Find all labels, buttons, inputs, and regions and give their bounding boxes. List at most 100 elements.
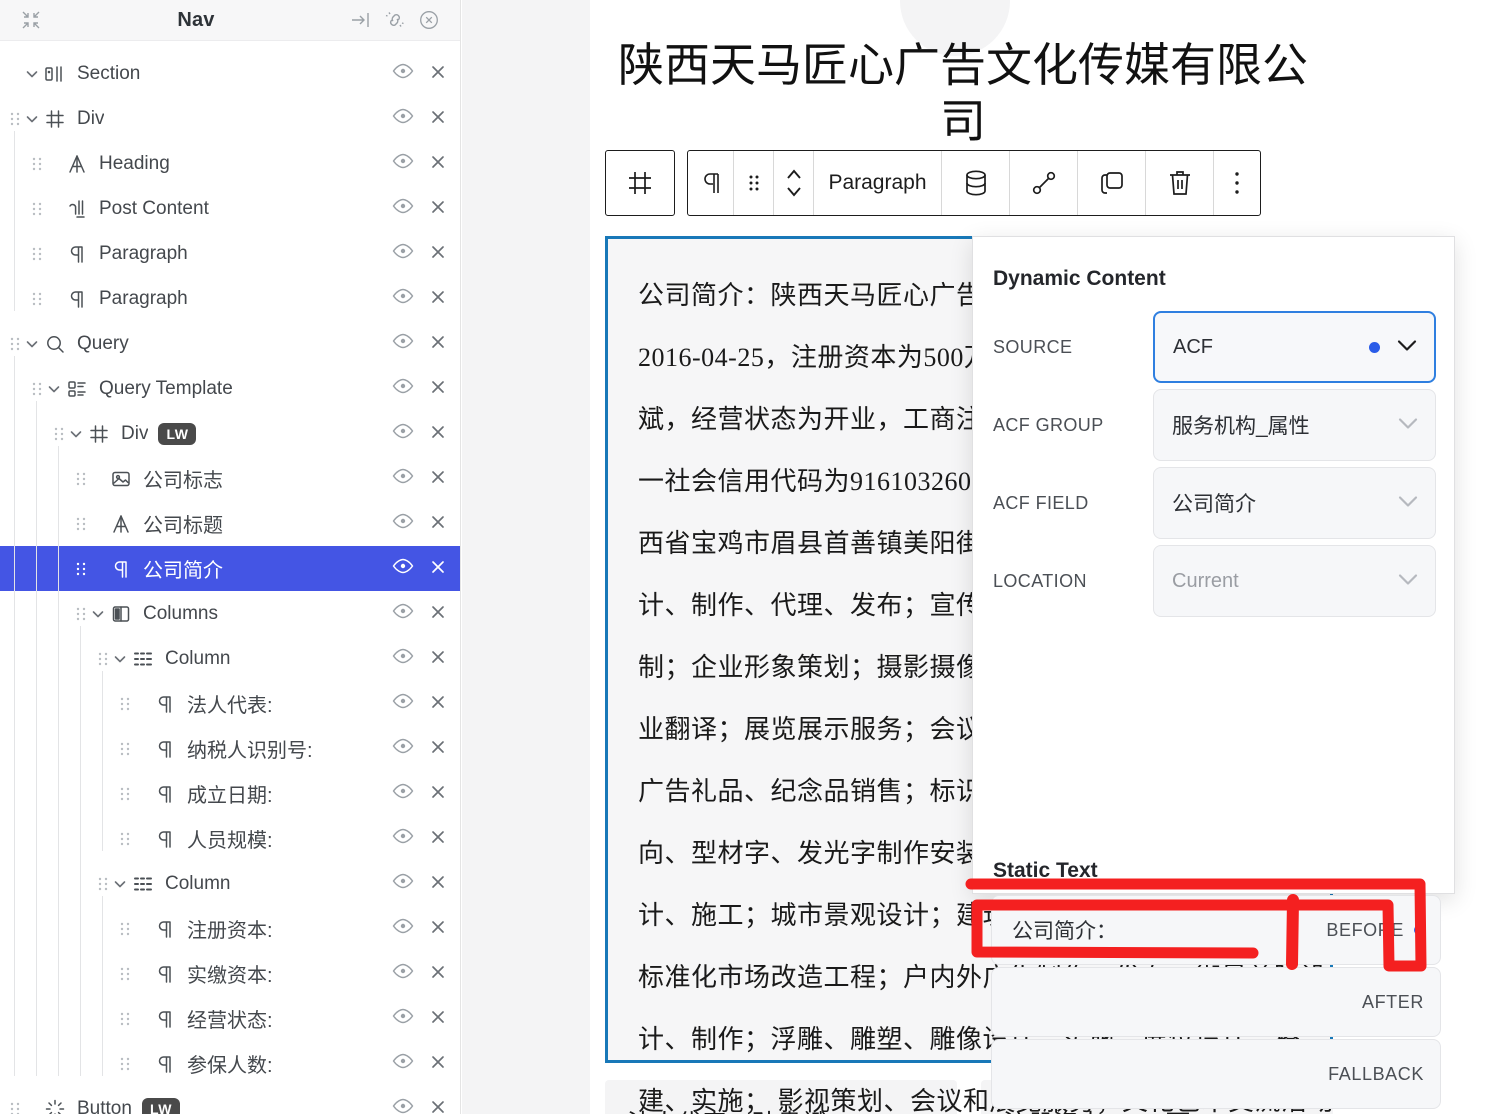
delete-layer-icon[interactable]: [430, 649, 446, 669]
delete-layer-icon[interactable]: [430, 154, 446, 174]
broken-link-icon[interactable]: [378, 5, 412, 35]
chevron-down-icon[interactable]: [110, 652, 130, 666]
delete-layer-icon[interactable]: [430, 64, 446, 84]
visibility-toggle-icon[interactable]: [392, 828, 414, 850]
visibility-toggle-icon[interactable]: [392, 558, 414, 580]
dc-select-acf-field[interactable]: 公司简介: [1153, 467, 1436, 539]
drag-handle-icon[interactable]: [118, 832, 132, 846]
static-text-fallback[interactable]: FALLBACK: [991, 1039, 1441, 1109]
static-text-after[interactable]: AFTER: [991, 967, 1441, 1037]
dc-select-location[interactable]: Current: [1153, 545, 1436, 617]
delete-layer-icon[interactable]: [430, 829, 446, 849]
visibility-toggle-icon[interactable]: [392, 783, 414, 805]
delete-layer-icon[interactable]: [430, 919, 446, 939]
layer-row-3[interactable]: Post Content: [0, 186, 460, 231]
drag-handle-icon[interactable]: [734, 151, 774, 215]
visibility-toggle-icon[interactable]: [392, 873, 414, 895]
static-text-before[interactable]: 公司简介： BEFORE: [991, 895, 1441, 965]
layer-row-22[interactable]: 参保人数:: [0, 1041, 460, 1086]
delete-layer-icon[interactable]: [430, 604, 446, 624]
layer-row-5[interactable]: Paragraph: [0, 276, 460, 321]
delete-layer-icon[interactable]: [430, 289, 446, 309]
layer-row-4[interactable]: Paragraph: [0, 231, 460, 276]
delete-layer-icon[interactable]: [430, 109, 446, 129]
dc-select-source[interactable]: ACF: [1153, 311, 1436, 383]
chevron-down-icon[interactable]: [22, 112, 42, 126]
layer-row-17[interactable]: 人员规模:: [0, 816, 460, 861]
delete-layer-icon[interactable]: [430, 784, 446, 804]
visibility-toggle-icon[interactable]: [392, 648, 414, 670]
delete-layer-icon[interactable]: [430, 1009, 446, 1029]
visibility-toggle-icon[interactable]: [392, 693, 414, 715]
drag-handle-icon[interactable]: [30, 247, 44, 261]
paragraph-icon[interactable]: [688, 151, 734, 215]
visibility-toggle-icon[interactable]: [392, 603, 414, 625]
layer-row-18[interactable]: Column: [0, 861, 460, 906]
delete-layer-icon[interactable]: [430, 199, 446, 219]
block-type-label[interactable]: Paragraph: [814, 151, 942, 215]
visibility-toggle-icon[interactable]: [392, 738, 414, 760]
drag-handle-icon[interactable]: [74, 607, 88, 621]
delete-layer-icon[interactable]: [430, 559, 446, 579]
drag-handle-icon[interactable]: [74, 562, 88, 576]
link-icon[interactable]: [1010, 151, 1078, 215]
delete-layer-icon[interactable]: [430, 379, 446, 399]
visibility-toggle-icon[interactable]: [392, 198, 414, 220]
delete-layer-icon[interactable]: [430, 244, 446, 264]
delete-layer-icon[interactable]: [430, 1099, 446, 1114]
drag-handle-icon[interactable]: [8, 1102, 22, 1114]
drag-handle-icon[interactable]: [96, 877, 110, 891]
div-frame-icon[interactable]: [606, 151, 674, 215]
drag-handle-icon[interactable]: [30, 292, 44, 306]
layer-row-11[interactable]: 公司简介: [0, 546, 460, 591]
layer-row-0[interactable]: Section: [0, 51, 460, 96]
delete-layer-icon[interactable]: [430, 694, 446, 714]
layer-row-23[interactable]: Button LW: [0, 1086, 460, 1114]
copy-icon[interactable]: [1078, 151, 1146, 215]
chevron-down-icon[interactable]: [1394, 332, 1420, 363]
delete-layer-icon[interactable]: [430, 1054, 446, 1074]
drag-handle-icon[interactable]: [118, 787, 132, 801]
delete-layer-icon[interactable]: [430, 739, 446, 759]
trash-icon[interactable]: [1146, 151, 1214, 215]
drag-handle-icon[interactable]: [30, 202, 44, 216]
visibility-toggle-icon[interactable]: [392, 1053, 414, 1075]
collapse-all-icon[interactable]: [14, 5, 48, 35]
layer-row-20[interactable]: 实缴资本:: [0, 951, 460, 996]
drag-handle-icon[interactable]: [30, 157, 44, 171]
drag-handle-icon[interactable]: [118, 1012, 132, 1026]
visibility-toggle-icon[interactable]: [392, 243, 414, 265]
drag-handle-icon[interactable]: [8, 337, 22, 351]
visibility-toggle-icon[interactable]: [392, 153, 414, 175]
arrow-to-bar-icon[interactable]: [344, 5, 378, 35]
chevron-down-icon[interactable]: [22, 337, 42, 351]
layer-row-9[interactable]: 公司标志: [0, 456, 460, 501]
chevron-down-icon[interactable]: [110, 877, 130, 891]
drag-handle-icon[interactable]: [74, 517, 88, 531]
chevron-down-icon[interactable]: [88, 607, 108, 621]
visibility-toggle-icon[interactable]: [392, 963, 414, 985]
drag-handle-icon[interactable]: [96, 652, 110, 666]
drag-handle-icon[interactable]: [118, 697, 132, 711]
visibility-toggle-icon[interactable]: [392, 288, 414, 310]
visibility-toggle-icon[interactable]: [392, 1098, 414, 1114]
delete-layer-icon[interactable]: [430, 424, 446, 444]
drag-handle-icon[interactable]: [52, 427, 66, 441]
delete-layer-icon[interactable]: [430, 514, 446, 534]
drag-handle-icon[interactable]: [118, 922, 132, 936]
visibility-toggle-icon[interactable]: [392, 513, 414, 535]
drag-handle-icon[interactable]: [30, 382, 44, 396]
drag-handle-icon[interactable]: [118, 1057, 132, 1071]
drag-handle-icon[interactable]: [74, 472, 88, 486]
visibility-toggle-icon[interactable]: [392, 333, 414, 355]
layer-row-16[interactable]: 成立日期:: [0, 771, 460, 816]
dc-select-acf-group[interactable]: 服务机构_属性: [1153, 389, 1436, 461]
delete-layer-icon[interactable]: [430, 874, 446, 894]
chevron-down-icon[interactable]: [22, 67, 42, 81]
visibility-toggle-icon[interactable]: [392, 918, 414, 940]
layer-row-8[interactable]: Div LW: [0, 411, 460, 456]
chevron-down-icon[interactable]: [44, 382, 64, 396]
visibility-toggle-icon[interactable]: [392, 63, 414, 85]
chevron-down-icon[interactable]: [1395, 566, 1421, 597]
close-circle-icon[interactable]: [412, 5, 446, 35]
